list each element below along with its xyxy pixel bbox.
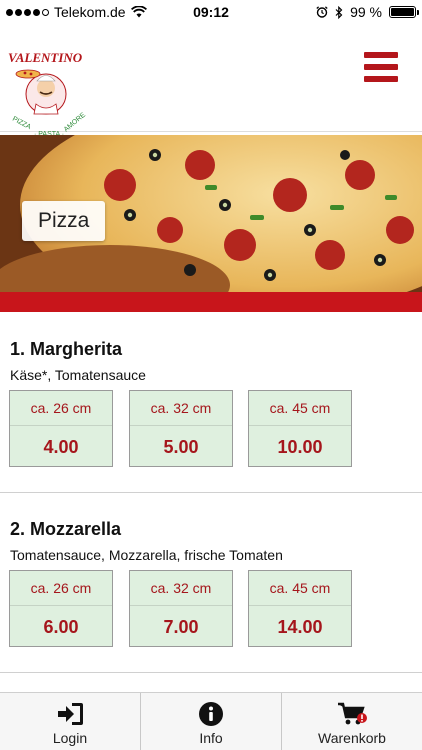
size-label: ca. 45 cm (249, 391, 351, 426)
size-label: ca. 32 cm (130, 391, 232, 426)
price-label: 10.00 (277, 437, 323, 457)
size-label: ca. 32 cm (130, 571, 232, 606)
category-hero[interactable]: Pizza (0, 135, 422, 295)
bottom-tab-bar: Login Info Warenkorb (0, 692, 422, 750)
svg-text:VALENTINO: VALENTINO (8, 50, 83, 65)
size-option-button[interactable]: ca. 32 cm 5.00 (129, 390, 233, 467)
hamburger-icon-bar (364, 76, 398, 82)
size-option-button[interactable]: ca. 26 cm 6.00 (9, 570, 113, 647)
hamburger-icon (364, 52, 398, 58)
tab-label: Login (52, 730, 88, 746)
menu-button[interactable] (364, 52, 398, 82)
item-title: 1. Margherita (10, 339, 123, 359)
bluetooth-icon (335, 5, 343, 19)
size-option-button[interactable]: ca. 45 cm 14.00 (248, 570, 352, 647)
price-label: 7.00 (163, 617, 199, 637)
tab-label: Info (199, 730, 223, 746)
size-option-button[interactable]: ca. 32 cm 7.00 (129, 570, 233, 647)
status-bar: Telekom.de 09:12 99 % (0, 0, 422, 24)
item-description: Tomatensauce, Mozzarella, frische Tomate… (10, 547, 283, 563)
app-header: VALENTINO PIZZA · PASTA · AMORE (0, 28, 422, 138)
size-label: ca. 26 cm (10, 571, 112, 606)
tab-login[interactable]: Login (0, 693, 140, 750)
price-label: 5.00 (163, 437, 199, 457)
item-divider (0, 492, 422, 493)
size-label: ca. 45 cm (249, 571, 351, 606)
size-option-button[interactable]: ca. 45 cm 10.00 (248, 390, 352, 467)
size-option-button[interactable]: ca. 26 cm 4.00 (9, 390, 113, 467)
app-screen: Telekom.de 09:12 99 % VALENTINO PIZZA AM… (0, 0, 422, 750)
price-label: 14.00 (277, 617, 323, 637)
size-label: ca. 26 cm (10, 391, 112, 426)
cart-icon (338, 702, 367, 725)
battery-icon (389, 6, 419, 18)
svg-text:AMORE: AMORE (63, 111, 87, 133)
category-label: Pizza (22, 201, 106, 241)
accent-bar (0, 292, 422, 312)
tab-info[interactable]: Info (140, 693, 281, 750)
item-description: Käse*, Tomatensauce (10, 367, 146, 383)
alarm-icon (316, 6, 328, 18)
tab-cart[interactable]: Warenkorb (281, 693, 422, 750)
price-label: 4.00 (43, 437, 79, 457)
battery-percent: 99 % (350, 4, 382, 20)
price-label: 6.00 (43, 617, 79, 637)
info-icon (199, 702, 223, 726)
tab-label: Warenkorb (318, 730, 386, 746)
hamburger-icon-bar (364, 64, 398, 70)
status-right: 99 % (316, 4, 419, 20)
item-divider (0, 672, 422, 673)
login-icon (58, 703, 83, 725)
item-title: 2. Mozzarella (10, 519, 122, 539)
svg-text:PIZZA: PIZZA (11, 116, 32, 132)
valentino-logo[interactable]: VALENTINO PIZZA · PASTA · AMORE (6, 46, 92, 142)
